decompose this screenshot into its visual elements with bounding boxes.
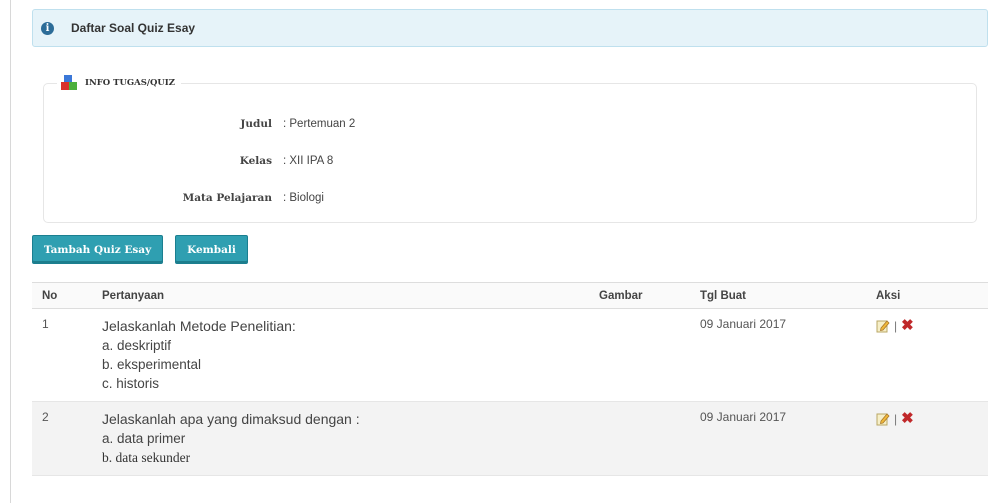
table-row: 1 Jelaskanlah Metode Penelitian: a. desk… bbox=[32, 309, 988, 402]
table-row: 2 Jelaskanlah apa yang dimaksud dengan :… bbox=[32, 401, 988, 476]
col-question: Pertanyaan bbox=[92, 282, 589, 309]
edit-icon[interactable] bbox=[876, 319, 890, 333]
action-buttons: Tambah Quiz Esay Kembali bbox=[32, 235, 988, 264]
action-separator: | bbox=[894, 412, 898, 426]
question-option: a. data primer bbox=[102, 431, 186, 446]
info-legend: INFO TUGAS/QUIZ bbox=[57, 75, 181, 91]
question-option: b. eksperimental bbox=[102, 357, 202, 372]
row-question: Jelaskanlah apa yang dimaksud dengan : a… bbox=[92, 401, 589, 476]
judul-value: : Pertemuan 2 bbox=[283, 118, 356, 130]
add-quiz-button[interactable]: Tambah Quiz Esay bbox=[32, 235, 163, 264]
info-row-mapel: Mata Pelajaran : Biologi bbox=[44, 192, 324, 204]
quiz-table: No Pertanyaan Gambar Tgl Buat Aksi 1 Jel… bbox=[32, 282, 988, 476]
row-no: 2 bbox=[32, 401, 92, 476]
info-row-judul: Judul : Pertemuan 2 bbox=[44, 118, 355, 130]
action-separator: | bbox=[894, 319, 898, 333]
row-question: Jelaskanlah Metode Penelitian: a. deskri… bbox=[92, 309, 589, 402]
question-text: Jelaskanlah apa yang dimaksud dengan : bbox=[102, 411, 360, 427]
content-wrapper: i Daftar Soal Quiz Esay INFO TUGAS/QUIZ … bbox=[32, 9, 988, 476]
info-row-kelas: Kelas : XII IPA 8 bbox=[44, 155, 334, 167]
back-button[interactable]: Kembali bbox=[175, 235, 248, 264]
col-image: Gambar bbox=[589, 282, 690, 309]
col-no: No bbox=[32, 282, 92, 309]
col-action: Aksi bbox=[866, 282, 988, 309]
stack-icon bbox=[61, 75, 77, 91]
info-legend-label: INFO TUGAS/QUIZ bbox=[85, 78, 175, 88]
page-left-border bbox=[10, 0, 11, 503]
page-title: Daftar Soal Quiz Esay bbox=[71, 21, 196, 35]
edit-icon[interactable] bbox=[876, 412, 890, 426]
kelas-value: : XII IPA 8 bbox=[283, 155, 334, 167]
delete-icon[interactable]: ✖ bbox=[901, 318, 914, 333]
question-option: c. historis bbox=[102, 376, 160, 391]
info-icon: i bbox=[41, 21, 54, 35]
row-no: 1 bbox=[42, 317, 49, 331]
table-header-row: No Pertanyaan Gambar Tgl Buat Aksi bbox=[32, 282, 988, 309]
kelas-label: Kelas bbox=[239, 155, 272, 167]
question-option: b. data sekunder bbox=[102, 450, 191, 465]
row-image bbox=[589, 401, 690, 476]
row-image bbox=[589, 309, 690, 402]
row-actions: | ✖ bbox=[866, 309, 988, 402]
judul-label: Judul bbox=[240, 118, 272, 130]
row-actions: | ✖ bbox=[866, 401, 988, 476]
question-text: Jelaskanlah Metode Penelitian: bbox=[102, 318, 296, 334]
page-header-alert: i Daftar Soal Quiz Esay bbox=[32, 9, 988, 47]
mapel-value: : Biologi bbox=[283, 192, 324, 204]
row-date: 09 Januari 2017 bbox=[700, 317, 787, 331]
question-option: a. deskriptif bbox=[102, 338, 172, 353]
col-date: Tgl Buat bbox=[690, 282, 866, 309]
delete-icon[interactable]: ✖ bbox=[901, 411, 914, 426]
mapel-label: Mata Pelajaran bbox=[182, 192, 272, 204]
row-date: 09 Januari 2017 bbox=[690, 401, 866, 476]
info-tugas-panel: INFO TUGAS/QUIZ Judul : Pertemuan 2 Kela… bbox=[43, 75, 977, 223]
